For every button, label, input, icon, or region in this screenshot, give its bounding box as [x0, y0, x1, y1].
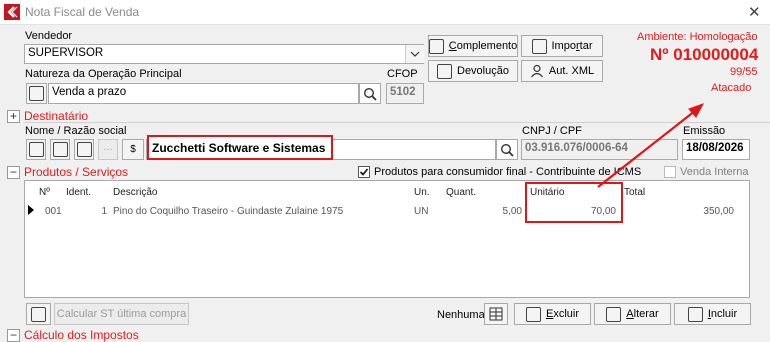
col-quant: Quant.	[446, 187, 477, 198]
collapse-calculo-button[interactable]: −	[7, 329, 20, 342]
edit-icon	[52, 142, 68, 157]
link-icon	[428, 38, 444, 54]
search-icon	[363, 87, 377, 101]
ellipsis-icon: ···	[103, 144, 113, 155]
add-icon	[687, 306, 703, 322]
chevron-down-icon[interactable]	[405, 45, 424, 63]
app-logo-icon	[4, 4, 20, 20]
cliente-name[interactable]: Zucchetti Software e Sistemas	[147, 135, 333, 160]
trash-icon	[525, 306, 541, 322]
row-ident: 1	[101, 206, 107, 217]
return-icon	[437, 63, 452, 79]
devolucao-button[interactable]: Devolução	[428, 60, 518, 82]
calcular-st-button[interactable]: Calcular ST última compra	[54, 303, 189, 325]
new-natureza-button[interactable]	[26, 83, 47, 104]
ambiente-label: Ambiente: Homologação	[637, 31, 758, 43]
col-un: Un.	[414, 187, 430, 198]
more-button[interactable]: ···	[98, 139, 118, 160]
produtos-title: Produtos / Serviços	[24, 165, 129, 179]
edit-client-button[interactable]	[50, 139, 70, 160]
id-card-icon	[76, 142, 92, 157]
consumidor-final-checkbox[interactable]	[358, 166, 370, 178]
col-num: Nº	[39, 187, 50, 198]
natureza-label: Natureza da Operação Principal	[25, 68, 182, 80]
cnpj-label: CNPJ / CPF	[522, 125, 582, 137]
new-client-button[interactable]	[26, 139, 46, 160]
natureza-input[interactable]: Venda a prazo	[48, 83, 359, 104]
dollar-icon: $	[130, 144, 136, 155]
client-finance-button[interactable]: $	[122, 139, 144, 160]
calc-icon-button[interactable]	[26, 303, 51, 325]
user-icon	[530, 64, 543, 78]
window-title: Nota Fiscal de Venda	[25, 5, 140, 19]
col-descricao: Descrição	[113, 187, 158, 198]
import-icon	[531, 38, 547, 54]
importar-button[interactable]: Importar	[521, 35, 603, 57]
excluir-button[interactable]: Excluir	[514, 303, 591, 325]
nome-label: Nome / Razão social	[25, 125, 127, 137]
row-descricao: Pino do Coquilho Traseiro - Guindaste Zu…	[113, 206, 344, 217]
serie-label: 99/55	[730, 66, 758, 78]
natureza-search-button[interactable]	[359, 83, 381, 104]
new-document-icon	[29, 86, 44, 101]
grid-view-button[interactable]	[484, 303, 508, 325]
vendedor-select[interactable]: SUPERVISOR	[24, 44, 424, 64]
search-icon	[500, 143, 514, 157]
calculator-icon	[31, 306, 46, 322]
expand-destinatario-button[interactable]: +	[7, 110, 20, 123]
complemento-button[interactable]: Complemento	[428, 35, 518, 57]
row-un: UN	[414, 206, 429, 217]
incluir-button[interactable]: Incluir	[674, 303, 751, 325]
row-total: 350,00	[703, 206, 734, 217]
vendedor-value: SUPERVISOR	[28, 47, 104, 59]
annotation-arrow	[597, 103, 705, 188]
col-ident: Ident.	[66, 187, 92, 198]
nenhuma-label: Nenhuma	[437, 309, 485, 321]
vendedor-label: Vendedor	[25, 30, 73, 42]
client-card-button[interactable]	[74, 139, 94, 160]
grid-icon	[489, 307, 503, 321]
current-row-indicator-icon	[28, 205, 34, 215]
aut-xml-button[interactable]: Aut. XML	[521, 60, 603, 82]
nota-number: Nº 010000004	[650, 45, 759, 64]
calculo-title: Cálculo dos Impostos	[24, 328, 139, 342]
edit-icon	[606, 306, 622, 322]
cliente-search-button[interactable]	[496, 139, 518, 160]
destinatario-title: Destinatário	[24, 109, 89, 123]
cfop-label: CFOP	[387, 68, 418, 80]
row-num: 001	[45, 206, 62, 217]
new-document-icon	[28, 142, 44, 157]
row-quant: 5,00	[502, 206, 522, 217]
alterar-button[interactable]: Alterar	[594, 303, 671, 325]
tipo-label: Atacado	[711, 82, 752, 94]
collapse-produtos-button[interactable]: −	[7, 166, 20, 179]
close-icon[interactable]: ✕	[748, 3, 761, 21]
cfop-field: 5102	[386, 83, 424, 104]
